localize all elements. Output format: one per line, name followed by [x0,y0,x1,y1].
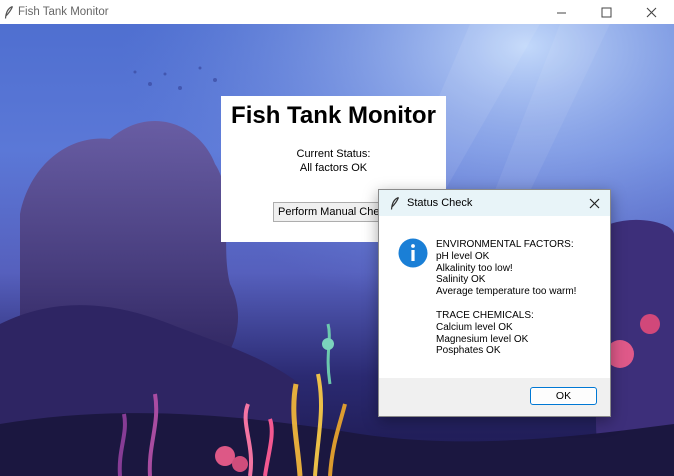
env-item-ph: pH level OK [436,250,490,262]
dialog-titlebar: Status Check [379,190,610,216]
env-item-salinity: Salinity OK [436,274,486,286]
dialog-footer: OK [379,378,610,416]
info-icon [398,238,428,268]
dialog-close-button[interactable] [584,193,604,213]
maximize-icon [601,7,612,17]
trace-item-calcium: Calcium level OK [436,321,513,333]
app-heading: Fish Tank Monitor [231,102,436,129]
feather-icon [3,5,15,19]
close-button[interactable] [629,0,674,24]
trace-item-magnesium: Magnesium level OK [436,333,529,345]
dialog-body: ENVIRONMENTAL FACTORS: pH level OK Alkal… [379,216,610,378]
minimize-button[interactable] [539,0,584,24]
status-text: All factors OK [299,162,368,174]
env-item-alkalinity: Alkalinity too low! [436,262,513,274]
trace-item-phosphates: Posphates OK [436,345,501,357]
close-icon [589,198,599,208]
window-titlebar: Fish Tank Monitor [0,0,674,24]
dialog-message: ENVIRONMENTAL FACTORS: pH level OK Alkal… [436,239,576,357]
status-caption: Current Status: [296,148,371,160]
status-check-dialog: Status Check ENVIRONMENTAL FACTORS: pH l… [378,189,611,417]
window-title: Fish Tank Monitor [18,6,109,18]
trace-heading: TRACE CHEMICALS: [436,309,534,321]
close-icon [646,7,657,17]
ok-button[interactable]: OK [530,387,597,405]
window-controls [539,0,674,24]
minimize-icon [557,12,566,13]
maximize-button[interactable] [584,0,629,24]
dialog-title: Status Check [407,197,473,209]
feather-icon [389,196,401,210]
env-item-temperature: Average temperature too warm! [436,286,577,298]
environmental-heading: ENVIRONMENTAL FACTORS: [436,239,574,250]
